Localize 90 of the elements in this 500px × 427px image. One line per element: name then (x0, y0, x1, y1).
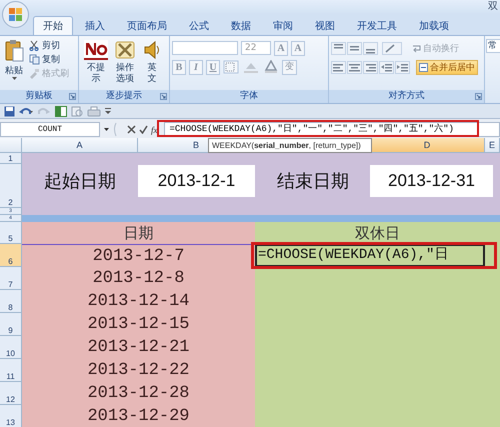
ribbon-tab[interactable]: 数据 (221, 16, 261, 35)
increase-indent-icon[interactable] (395, 60, 410, 74)
select-all-button[interactable] (0, 138, 22, 153)
caret-icon (12, 77, 16, 80)
copy-icon (29, 54, 40, 65)
group-label: 字体 (240, 90, 258, 103)
number-format-field[interactable]: 常 (486, 39, 500, 53)
undo-icon[interactable] (19, 106, 33, 116)
row-header[interactable]: 11 (0, 359, 22, 382)
speaker-icon (142, 39, 162, 61)
insert-function-button[interactable]: fx (151, 124, 158, 134)
function-tooltip: WEEKDAY(serial_number, [return_type]) (208, 138, 372, 153)
ribbon-tab[interactable]: 公式 (179, 16, 219, 35)
customize-caret-icon[interactable] (105, 107, 111, 115)
font-name-field[interactable] (172, 41, 238, 55)
dialog-launcher-icon[interactable] (475, 93, 482, 100)
borders-icon[interactable] (223, 60, 239, 74)
ribbon-tab[interactable]: 开始 (33, 16, 73, 35)
ribbon-button[interactable]: 不提 示 (84, 39, 108, 85)
column-header[interactable]: A (22, 138, 138, 153)
caret-icon[interactable] (104, 128, 109, 131)
ribbon-tab[interactable]: 审阅 (263, 16, 303, 35)
ribbon-tab[interactable]: 加载项 (409, 16, 459, 35)
ribbon-button[interactable]: 复制 (28, 53, 70, 66)
cancel-icon[interactable] (127, 125, 136, 134)
date-cell: 2013-12-28 (22, 382, 255, 405)
clipboard-icon (4, 39, 24, 63)
group-label: 剪贴板 (26, 90, 52, 103)
group-label: 逐步提示 (106, 90, 142, 103)
row-header[interactable]: 6 (0, 244, 22, 267)
column-header[interactable]: E (485, 138, 500, 153)
row-header[interactable]: 9 (0, 313, 22, 336)
printer-icon[interactable] (87, 106, 101, 116)
merge-center-button[interactable]: 合并后居中 (416, 60, 478, 74)
row-header[interactable]: 10 (0, 336, 22, 359)
date-cell: 2013-12-1 (138, 165, 255, 197)
preview-icon[interactable] (71, 106, 83, 116)
row-header[interactable]: 2 (0, 164, 22, 208)
date-cell: 2013-12-22 (22, 359, 255, 382)
date-cell: 2013-12-21 (22, 336, 255, 359)
window-title: 双 (488, 0, 498, 14)
align-middle-icon[interactable] (347, 42, 362, 54)
align-center-icon[interactable] (347, 60, 362, 74)
align-left-icon[interactable] (331, 60, 346, 74)
ribbon-tab[interactable]: 开发工具 (347, 16, 407, 35)
merge-icon (419, 62, 428, 72)
align-right-icon[interactable] (363, 60, 378, 74)
cell-label: 结束日期 (276, 170, 350, 194)
ribbon-tab[interactable]: 插入 (75, 16, 115, 35)
row-header[interactable]: 7 (0, 267, 22, 290)
row-header[interactable]: 8 (0, 290, 22, 313)
ribbon-button[interactable]: 操作 选项 (113, 39, 137, 85)
tools-icon (113, 39, 137, 61)
check-icon[interactable] (139, 125, 148, 134)
paste-button[interactable]: 粘贴 (2, 39, 26, 80)
date-cell: 2013-12-8 (22, 267, 255, 290)
table-header: 日期 (22, 222, 255, 244)
decrease-indent-icon[interactable] (379, 60, 394, 74)
date-cell: 2013-12-7 (22, 244, 255, 267)
ribbon-tab[interactable]: 视图 (305, 16, 345, 35)
dialog-launcher-icon[interactable] (160, 93, 167, 100)
cell-label: 起始日期 (43, 170, 117, 194)
brush-icon (29, 68, 40, 79)
date-cell: 2013-12-31 (370, 165, 493, 197)
table-header: 双休日 (255, 222, 500, 244)
dialog-launcher-icon[interactable] (69, 93, 76, 100)
divider-handle-icon (113, 122, 119, 137)
orientation-icon[interactable] (382, 42, 402, 54)
name-box[interactable]: COUNT (0, 122, 100, 137)
date-cell: 2013-12-15 (22, 313, 255, 336)
spreadsheet-icon[interactable] (55, 106, 67, 116)
no-sign-icon (84, 39, 108, 61)
editing-cell[interactable]: =CHOOSE(WEEKDAY(A6),"日 (255, 244, 485, 267)
ribbon-tab[interactable]: 页面布局 (117, 16, 177, 35)
scissors-icon (29, 40, 40, 51)
align-top-icon[interactable] (331, 42, 346, 54)
row-header[interactable]: 12 (0, 382, 22, 405)
group-label: 对齐方式 (388, 90, 424, 103)
font-color-icon[interactable] (263, 60, 279, 74)
row-header[interactable]: 13 (0, 405, 22, 427)
row-header[interactable]: 1 (0, 153, 22, 164)
date-cell: 2013-12-14 (22, 290, 255, 313)
column-header[interactable]: D (370, 138, 485, 153)
ribbon-button[interactable]: 剪切 (28, 39, 70, 52)
date-cell: 2013-12-29 (22, 405, 255, 427)
save-icon[interactable] (4, 106, 15, 116)
row-header[interactable]: 5 (0, 222, 22, 244)
wrap-icon (412, 44, 421, 52)
align-bottom-icon[interactable] (363, 42, 378, 54)
ribbon-button[interactable]: 英 文 (142, 39, 162, 85)
